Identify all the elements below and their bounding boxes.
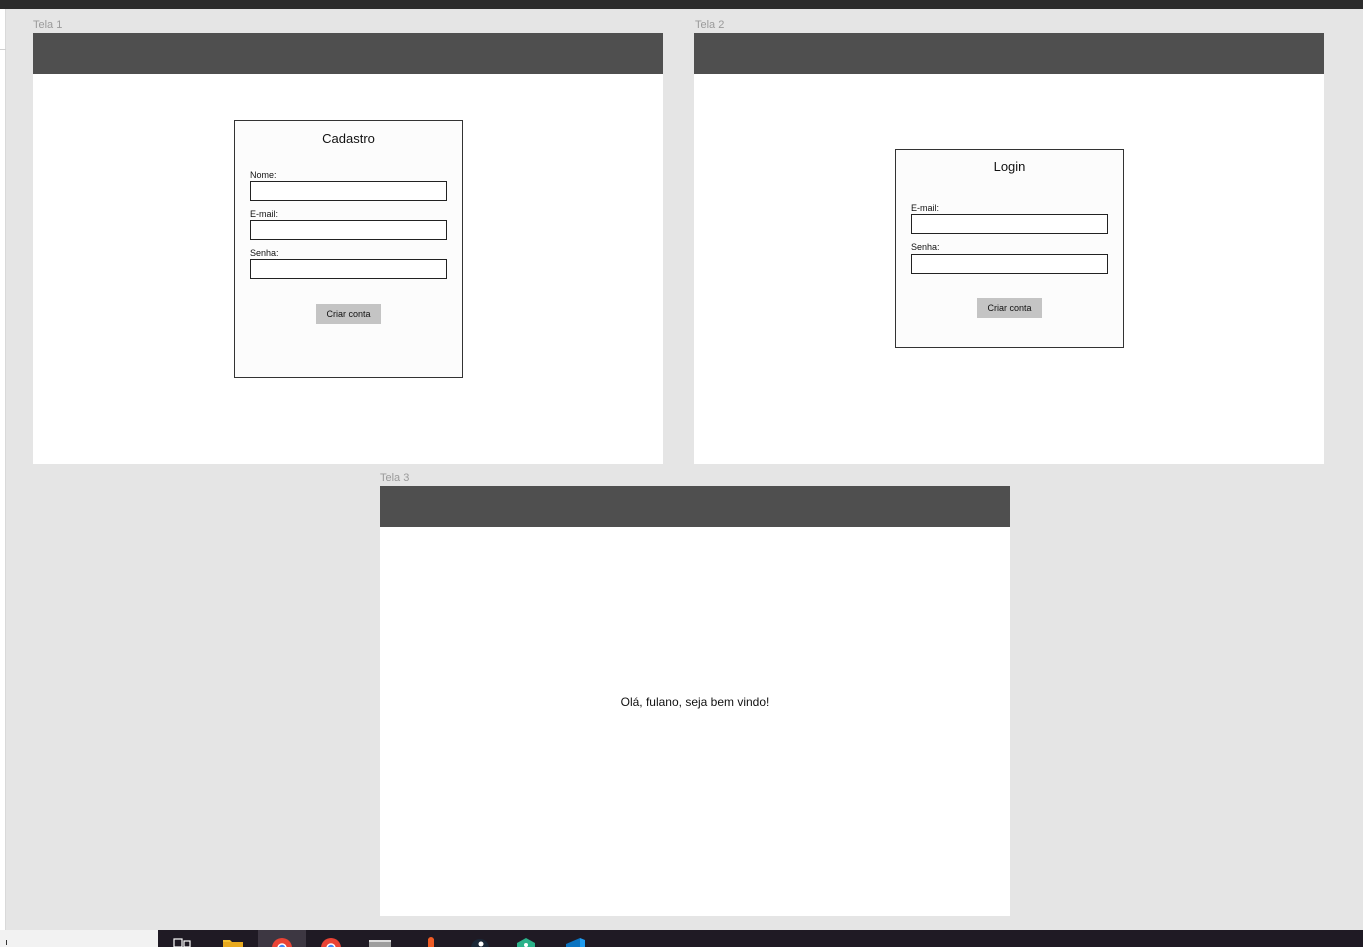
email-label: E-mail: (911, 203, 940, 213)
frame-header (380, 486, 1010, 527)
left-panel-edge (0, 9, 6, 930)
email-label: E-mail: (250, 209, 279, 219)
frame-tela-1[interactable]: Cadastro Nome: E-mail: Senha: Criar cont… (33, 33, 663, 464)
name-label: Nome: (250, 170, 277, 180)
frame-header (33, 33, 663, 74)
file-explorer-icon[interactable] (222, 930, 244, 947)
frame-tela-2[interactable]: Login E-mail: Senha: Criar conta (694, 33, 1324, 464)
frame-label-tela-3[interactable]: Tela 3 (380, 472, 409, 484)
login-form-card: Login E-mail: Senha: Criar conta (895, 149, 1124, 348)
password-label: Senha: (911, 242, 940, 252)
taskbar-search-box[interactable] (0, 930, 158, 947)
email-input[interactable] (911, 214, 1108, 234)
password-label: Senha: (250, 248, 279, 258)
welcome-message: Olá, fulano, seja bem vindo! (620, 695, 770, 709)
frame-header (694, 33, 1324, 74)
create-account-button[interactable]: Criar conta (316, 304, 381, 324)
form-title: Cadastro (322, 131, 375, 146)
chrome-icon[interactable] (320, 930, 342, 947)
panel-divider (0, 49, 6, 50)
signup-form-card: Cadastro Nome: E-mail: Senha: Criar cont… (234, 120, 463, 378)
form-title: Login (993, 159, 1026, 174)
name-input[interactable] (250, 181, 447, 201)
create-account-button[interactable]: Criar conta (977, 298, 1042, 318)
frame-label-tela-1[interactable]: Tela 1 (33, 19, 62, 31)
app-top-bar (0, 0, 1363, 9)
task-view-icon[interactable] (172, 930, 194, 947)
email-input[interactable] (250, 220, 447, 240)
steam-icon[interactable] (469, 930, 491, 947)
postman-icon[interactable] (420, 930, 442, 947)
terminal-icon[interactable] (368, 930, 392, 947)
frame-label-tela-2[interactable]: Tela 2 (695, 19, 724, 31)
password-input[interactable] (911, 254, 1108, 274)
password-input[interactable] (250, 259, 447, 279)
text-caret (6, 940, 7, 945)
frame-tela-3[interactable]: Olá, fulano, seja bem vindo! (380, 486, 1010, 916)
chrome-icon[interactable] (271, 930, 293, 947)
taskbar (0, 930, 1363, 947)
vscode-icon[interactable] (563, 930, 587, 947)
app-icon[interactable] (515, 930, 537, 947)
